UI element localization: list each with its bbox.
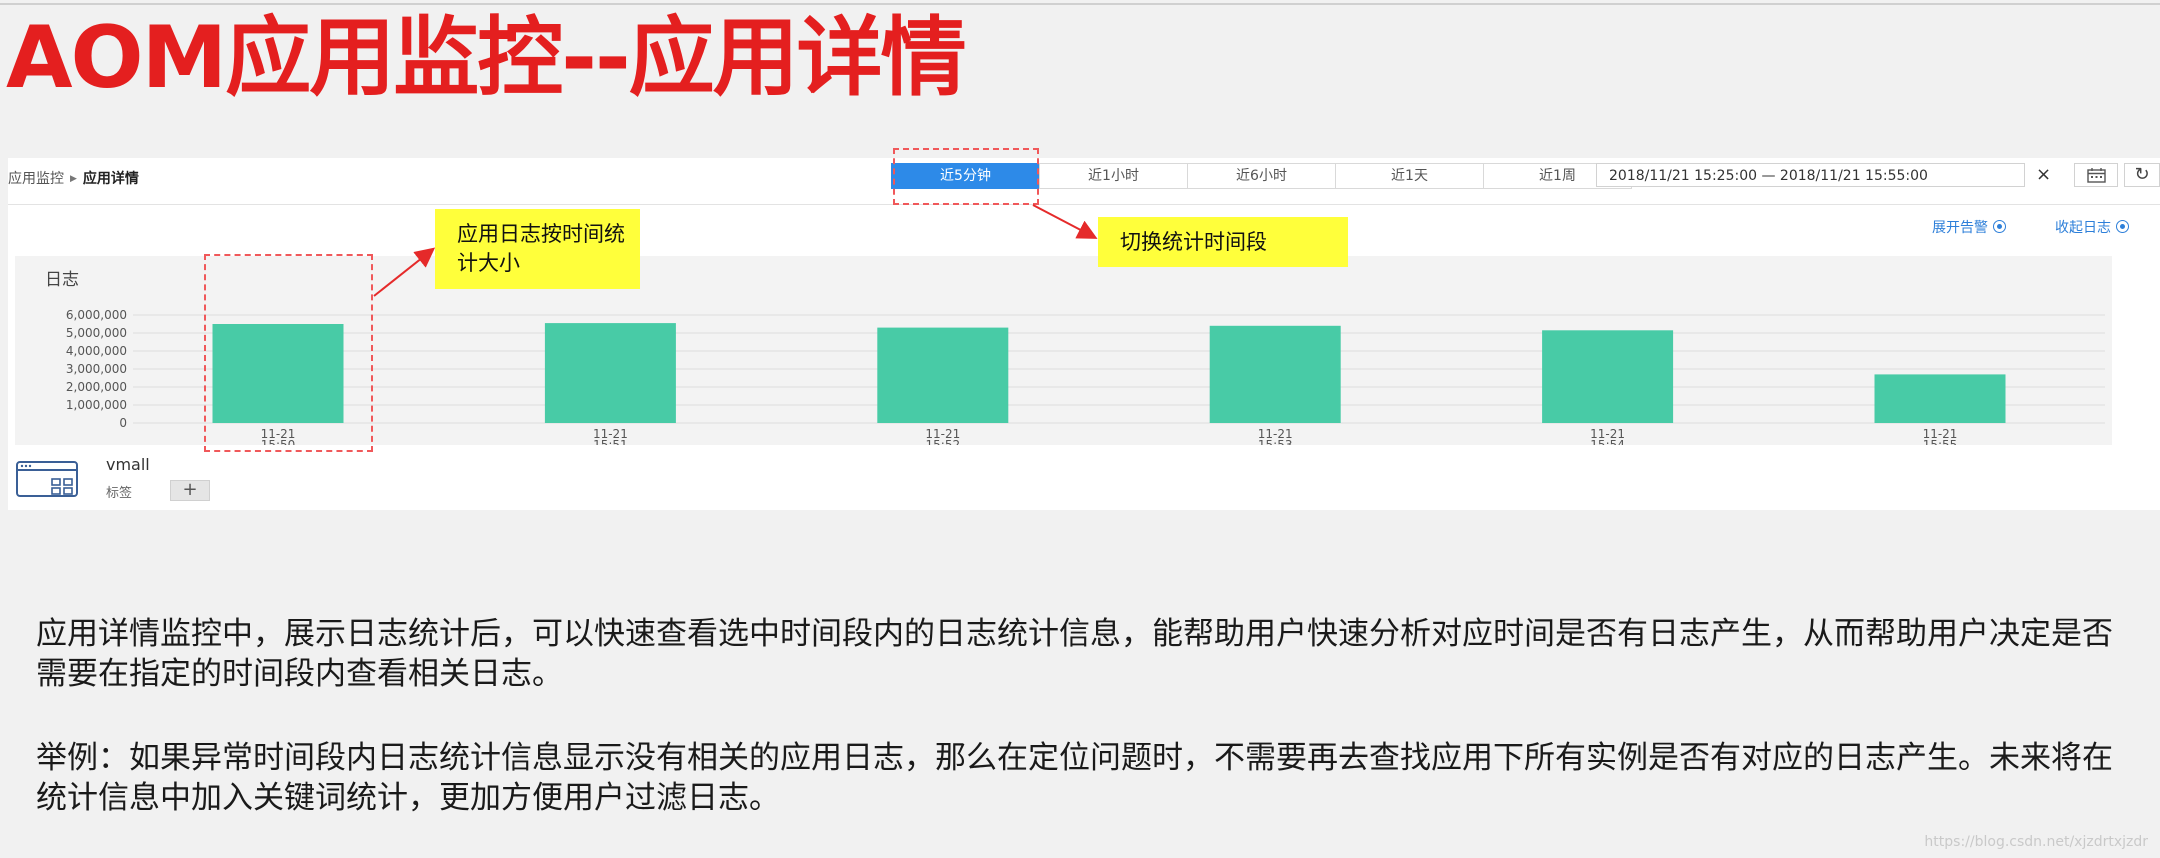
top-rule [0, 3, 2160, 5]
description-paragraph-1: 应用详情监控中，展示日志统计后，可以快速查看选中时间段内的日志统计信息，能帮助用… [36, 616, 2113, 692]
calendar-icon [2087, 168, 2106, 183]
x-tick-label-time: 15:51 [593, 438, 628, 445]
refresh-button[interactable]: ↻ [2124, 163, 2160, 187]
x-tick-label-time: 15:54 [1590, 438, 1625, 445]
collapse-log-label: 收起日志 [2055, 220, 2111, 236]
description-paragraph-2: 举例：如果异常时间段内日志统计信息显示没有相关的应用日志，那么在定位问题时，不需… [36, 740, 2113, 816]
bar [1542, 330, 1674, 423]
expand-alarm-label: 展开告警 [1932, 220, 1988, 236]
y-tick-label: 6,000,000 [66, 308, 127, 322]
switch-period-callout: 切换统计时间段 [1098, 217, 1348, 267]
application-icon [16, 461, 78, 497]
header-divider [8, 204, 2160, 205]
watermark: https://blog.csdn.net/xjzdrtxjzdr [1924, 834, 2148, 850]
time-range-input[interactable]: 2018/11/21 15:25:00 — 2018/11/21 15:55:0… [1596, 163, 2025, 187]
tab-6hour[interactable]: 近6小时 [1187, 163, 1336, 189]
breadcrumb: 应用监控 ▶ 应用详情 [8, 168, 139, 188]
y-tick-label: 4,000,000 [66, 344, 127, 358]
bar [877, 327, 1009, 423]
bar [1209, 325, 1341, 423]
y-tick-label: 0 [119, 416, 127, 430]
slide-title: AOM应用监控--应用详情 [6, 8, 967, 108]
y-tick-label: 3,000,000 [66, 362, 127, 376]
expand-alarm-link[interactable]: 展开告警 [1932, 217, 2006, 237]
x-tick-label-time: 15:52 [926, 438, 961, 445]
chart-title: 日志 [45, 270, 79, 290]
x-tick-label-time: 15:53 [1258, 438, 1293, 445]
tab-1day[interactable]: 近1天 [1335, 163, 1484, 189]
calendar-button[interactable] [2074, 163, 2118, 187]
y-tick-label: 5,000,000 [66, 326, 127, 340]
x-tick-label-time: 15:55 [1923, 438, 1958, 445]
log-stat-callout-text: 应用日志按时间统计大小 [457, 222, 625, 275]
add-tag-button[interactable]: + [170, 480, 210, 501]
breadcrumb-current: 应用详情 [82, 171, 139, 187]
circle-dot-icon [1993, 220, 2006, 233]
tabs-highlight-box [893, 148, 1039, 205]
close-icon[interactable]: × [2036, 164, 2051, 186]
collapse-log-link[interactable]: 收起日志 [2055, 217, 2129, 237]
bar [544, 323, 676, 423]
log-stat-callout: 应用日志按时间统计大小 [435, 209, 640, 289]
bar [1874, 374, 2006, 423]
app-name: vmall [106, 455, 150, 474]
breadcrumb-arrow-icon: ▶ [70, 174, 77, 184]
tag-label: 标签 [106, 486, 133, 501]
tab-1hour[interactable]: 近1小时 [1039, 163, 1188, 189]
refresh-icon: ↻ [2134, 164, 2150, 185]
breadcrumb-parent[interactable]: 应用监控 [8, 171, 64, 187]
switch-period-callout-text: 切换统计时间段 [1120, 230, 1267, 254]
y-tick-label: 2,000,000 [66, 380, 127, 394]
circle-dot-icon [2116, 220, 2129, 233]
plus-icon: + [182, 479, 198, 500]
bar-highlight-box [204, 254, 373, 452]
y-tick-label: 1,000,000 [66, 398, 127, 412]
